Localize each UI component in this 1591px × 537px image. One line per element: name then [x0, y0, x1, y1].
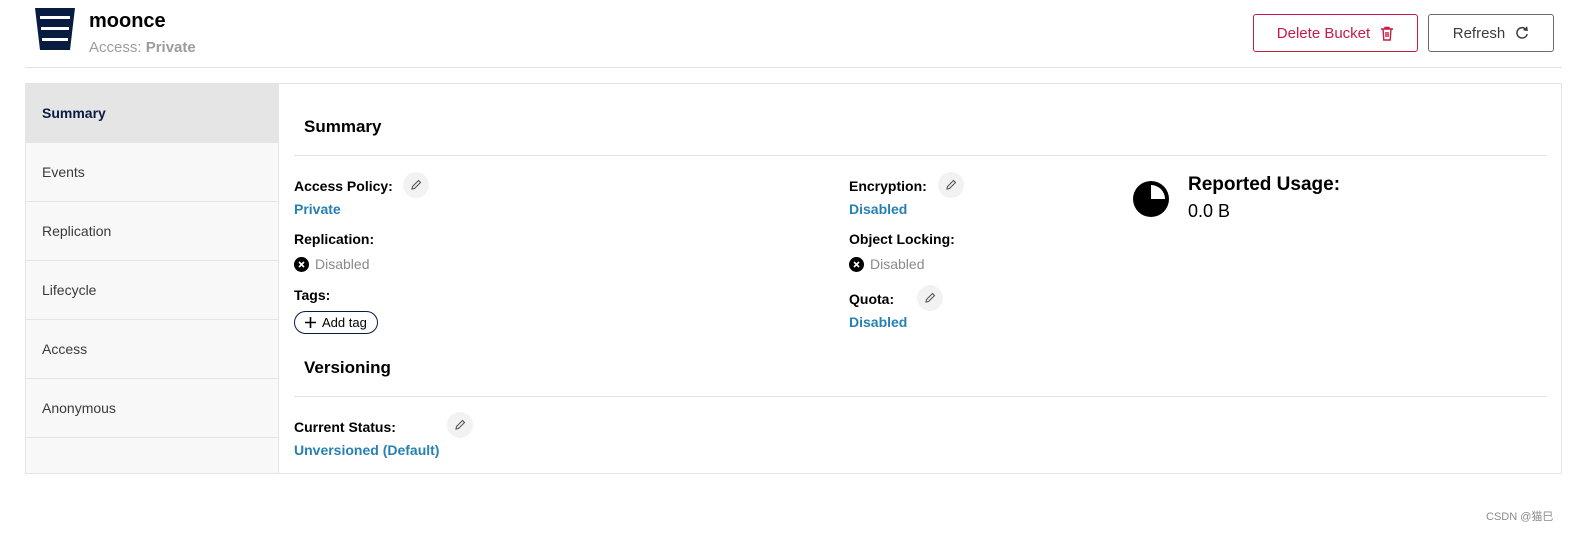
sidebar-item-label: Summary [42, 105, 106, 121]
versioning-divider [294, 396, 1547, 397]
usage-pie-icon [1133, 181, 1169, 217]
encryption-label: Encryption: [849, 178, 927, 194]
current-status-label: Current Status: [294, 419, 396, 435]
bucket-details-panel: Summary Events Replication Lifecycle Acc… [25, 83, 1562, 474]
summary-title: Summary [304, 117, 382, 136]
sidebar-item-lifecycle[interactable]: Lifecycle [26, 261, 278, 320]
bucket-name: moonce [89, 10, 166, 32]
sidebar-item-label: Events [42, 164, 85, 180]
access-value: Private [145, 39, 196, 56]
object-locking-label: Object Locking: [849, 231, 955, 247]
pencil-icon [946, 179, 957, 190]
bucket-icon [35, 8, 75, 50]
replication-status: Disabled [294, 256, 369, 272]
object-locking-value: Disabled [870, 256, 925, 272]
edit-access-policy-button[interactable] [403, 172, 429, 198]
refresh-button[interactable]: Refresh [1428, 14, 1554, 52]
pencil-icon [411, 179, 422, 190]
refresh-label: Refresh [1452, 24, 1506, 42]
pencil-icon [925, 292, 936, 303]
plus-icon [305, 317, 316, 328]
encryption-value[interactable]: Disabled [849, 201, 907, 217]
bucket-sidebar: Summary Events Replication Lifecycle Acc… [26, 84, 279, 473]
sidebar-item-access[interactable]: Access [26, 320, 278, 379]
quota-value[interactable]: Disabled [849, 314, 907, 330]
sidebar-item-label: Replication [42, 223, 112, 239]
replication-value: Disabled [315, 256, 370, 272]
pencil-icon [455, 419, 466, 430]
quota-label: Quota: [849, 291, 895, 307]
tags-label: Tags: [294, 287, 331, 303]
sidebar-item-label: Anonymous [42, 400, 116, 416]
summary-content: Summary Access Policy: Private Replicati… [280, 84, 1561, 473]
edit-encryption-button[interactable] [938, 172, 964, 198]
versioning-title: Versioning [304, 358, 391, 377]
refresh-icon [1516, 26, 1529, 39]
bucket-access: Access: Private [89, 39, 196, 56]
edit-versioning-button[interactable] [447, 412, 473, 438]
sidebar-item-label: Lifecycle [42, 282, 97, 298]
sidebar-item-summary[interactable]: Summary [26, 84, 278, 143]
watermark: CSDN @猫巳 [1486, 511, 1554, 523]
current-status-value[interactable]: Unversioned (Default) [294, 442, 439, 458]
sidebar-item-replication[interactable]: Replication [26, 202, 278, 261]
access-policy-label: Access Policy: [294, 178, 393, 194]
sidebar-item-events[interactable]: Events [26, 143, 278, 202]
object-locking-status: Disabled [849, 256, 924, 272]
disabled-x-icon [849, 256, 864, 272]
access-policy-value[interactable]: Private [294, 201, 341, 217]
summary-divider [294, 155, 1547, 156]
bucket-header: moonce Access: Private Delete Bucket Ref… [25, 0, 1562, 68]
add-tag-button[interactable]: Add tag [294, 311, 378, 334]
edit-quota-button[interactable] [917, 285, 943, 311]
sidebar-item-label: Access [42, 341, 88, 357]
reported-usage-title: Reported Usage: [1188, 174, 1341, 195]
trash-icon [1381, 26, 1394, 41]
sidebar-item-anonymous[interactable]: Anonymous [26, 379, 278, 438]
replication-label: Replication: [294, 231, 375, 247]
disabled-x-icon [294, 256, 309, 272]
delete-bucket-label: Delete Bucket [1276, 24, 1371, 42]
reported-usage-value: 0.0 B [1188, 201, 1231, 221]
access-label: Access: [89, 39, 142, 56]
delete-bucket-button[interactable]: Delete Bucket [1253, 14, 1418, 52]
add-tag-label: Add tag [322, 315, 367, 330]
